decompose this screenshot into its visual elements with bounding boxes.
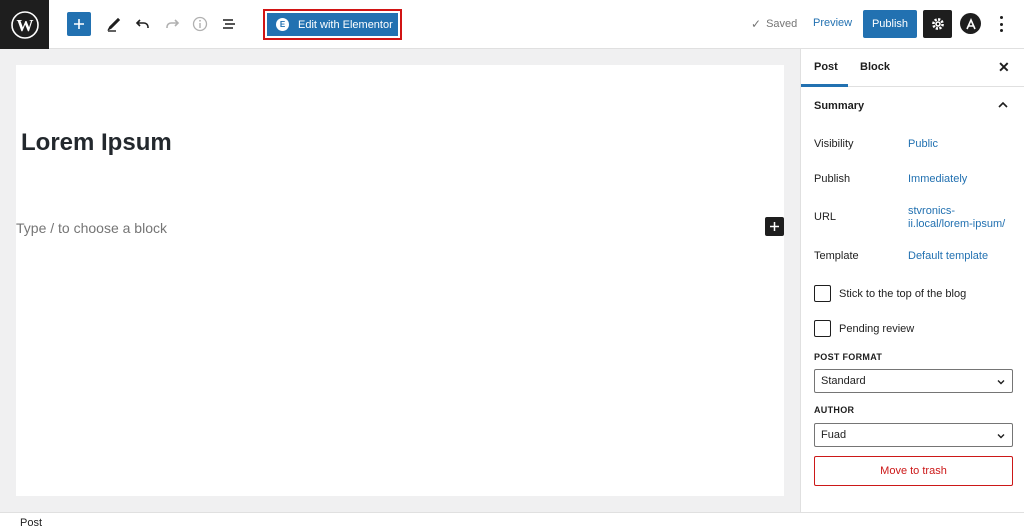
details-button[interactable] xyxy=(190,12,210,36)
saved-status: ✓ Saved xyxy=(751,17,797,31)
author-label: AUTHOR xyxy=(814,405,855,415)
redo-icon xyxy=(166,19,180,28)
sidebar-tabs: Post Block ✕ xyxy=(801,49,1024,87)
author-select[interactable]: Fuad xyxy=(814,423,1013,447)
post-title[interactable]: Lorem Ipsum xyxy=(21,129,172,157)
pending-review-checkbox[interactable] xyxy=(814,320,831,337)
more-options-button[interactable] xyxy=(996,14,1006,34)
saved-label: Saved xyxy=(766,18,798,30)
publish-date-link[interactable]: Immediately xyxy=(908,173,967,186)
dot-icon xyxy=(999,16,1003,19)
tools-button[interactable] xyxy=(104,12,124,36)
plus-icon xyxy=(770,222,779,231)
summary-panel-title[interactable]: Summary xyxy=(814,100,864,112)
url-line-2: ii.local/lorem-ipsum/ xyxy=(908,218,1006,230)
gear-icon xyxy=(931,18,944,30)
astra-icon xyxy=(965,17,976,29)
edit-with-elementor-button[interactable]: E Edit with Elementor xyxy=(263,9,402,40)
editor-header: W E Edit with Elementor ✓ Saved Preview … xyxy=(0,0,1024,49)
settings-sidebar: Post Block ✕ Summary Visibility Public P… xyxy=(800,49,1024,512)
list-view-icon xyxy=(223,19,235,29)
chevron-down-icon xyxy=(997,434,1005,439)
breadcrumb-post[interactable]: Post xyxy=(20,517,42,529)
undo-icon xyxy=(135,19,149,28)
settings-button[interactable] xyxy=(923,10,952,38)
post-format-label: POST FORMAT xyxy=(814,352,883,362)
post-format-select[interactable]: Standard xyxy=(814,369,1013,393)
close-sidebar-icon[interactable]: ✕ xyxy=(998,59,1010,76)
move-to-trash-button[interactable]: Move to trash xyxy=(814,456,1013,486)
post-format-value: Standard xyxy=(821,375,866,387)
publish-date-label: Publish xyxy=(814,173,851,185)
breadcrumb-footer: Post xyxy=(0,512,1024,531)
astra-settings-button[interactable] xyxy=(960,13,981,34)
author-value: Fuad xyxy=(821,429,847,441)
template-label: Template xyxy=(814,250,859,262)
elementor-icon: E xyxy=(276,18,289,31)
active-tab-indicator xyxy=(801,84,848,87)
add-block-button[interactable] xyxy=(67,12,91,36)
dot-icon xyxy=(999,29,1003,32)
plus-icon xyxy=(74,19,84,29)
block-placeholder[interactable]: Type / to choose a block xyxy=(16,220,167,236)
tab-block[interactable]: Block xyxy=(860,61,890,73)
undo-button[interactable] xyxy=(133,12,153,36)
block-inserter-button[interactable] xyxy=(765,217,784,236)
redo-button[interactable] xyxy=(162,12,182,36)
visibility-label: Visibility xyxy=(814,138,854,150)
pencil-icon xyxy=(107,17,121,32)
sticky-checkbox[interactable] xyxy=(814,285,831,302)
sticky-checkbox-label[interactable]: Stick to the top of the blog xyxy=(839,288,966,300)
info-icon xyxy=(192,16,208,32)
visibility-value-link[interactable]: Public xyxy=(908,138,938,151)
url-label: URL xyxy=(814,211,837,223)
chevron-up-icon[interactable] xyxy=(997,99,1009,111)
publish-button[interactable]: Publish xyxy=(863,10,917,38)
dot-icon xyxy=(999,22,1003,26)
check-icon: ✓ xyxy=(751,17,762,31)
tab-post[interactable]: Post xyxy=(814,61,838,73)
wordpress-logo-icon[interactable]: W xyxy=(0,0,49,49)
url-line-1: stvronics- xyxy=(908,205,956,217)
chevron-down-icon xyxy=(997,380,1005,385)
elementor-button-body: E Edit with Elementor xyxy=(267,13,398,36)
preview-button[interactable]: Preview xyxy=(813,17,852,29)
url-link[interactable]: stvronics- ii.local/lorem-ipsum/ xyxy=(908,205,1005,231)
svg-text:W: W xyxy=(16,16,33,35)
list-view-button[interactable] xyxy=(219,12,239,36)
elementor-button-label: Edit with Elementor xyxy=(298,18,393,31)
template-link[interactable]: Default template xyxy=(908,250,988,263)
pending-review-label[interactable]: Pending review xyxy=(839,323,914,335)
